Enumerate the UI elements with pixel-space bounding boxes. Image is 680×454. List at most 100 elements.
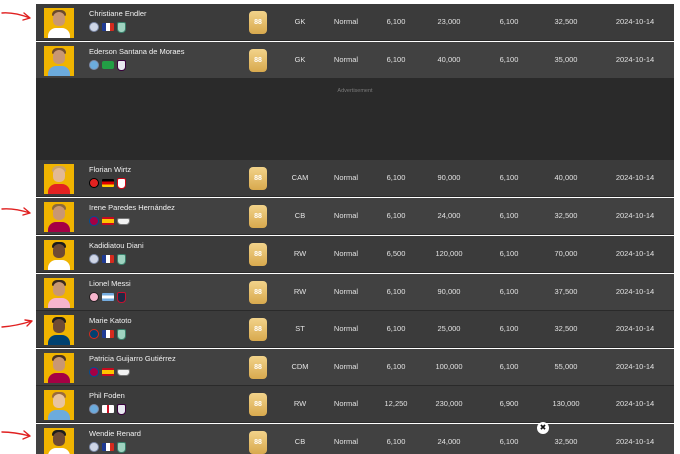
price-cell: 32,500 (554, 211, 578, 220)
price-cell: 100,000 (435, 362, 463, 371)
table-row[interactable]: Patricia Guijarro Gutiérrez 88 CDM Norma… (36, 349, 674, 386)
rating-card: 88 (249, 49, 267, 72)
price-cell: 6,100 (386, 287, 406, 296)
price-cell: 6,100 (499, 437, 519, 446)
table-row[interactable]: Ederson Santana de Moraes 88 GK Normal 6… (36, 42, 674, 79)
date-cell: 2024-10-14 (615, 399, 655, 408)
player-name[interactable]: Florian Wirtz (89, 165, 131, 174)
rating-card: 88 (249, 281, 267, 304)
club-badge-icon (89, 442, 99, 452)
date-cell: 2024-10-14 (615, 55, 655, 64)
player-avatar[interactable] (44, 428, 74, 454)
date-cell: 2024-10-14 (615, 287, 655, 296)
price-cell: 24,000 (437, 211, 461, 220)
version-cell: Normal (333, 211, 359, 220)
league-badge-icon (117, 217, 130, 225)
player-name[interactable]: Patricia Guijarro Gutiérrez (89, 354, 176, 363)
league-badge-icon (117, 291, 126, 303)
version-cell: Normal (333, 249, 359, 258)
player-badges (89, 441, 126, 453)
nation-flag-icon (102, 255, 114, 263)
price-cell: 6,100 (499, 211, 519, 220)
league-badge-icon (117, 368, 130, 376)
player-avatar[interactable] (44, 46, 74, 76)
price-cell: 6,100 (386, 55, 406, 64)
date-cell: 2024-10-14 (615, 173, 655, 182)
club-badge-icon (89, 254, 99, 264)
table-row[interactable]: Phil Foden 88 RW Normal 12,250 230,000 6… (36, 386, 674, 423)
price-cell: 90,000 (437, 173, 461, 182)
close-ad-button[interactable]: ✖ (537, 422, 549, 434)
player-badges (89, 253, 126, 265)
player-avatar[interactable] (44, 202, 74, 232)
position-cell: ST (295, 324, 305, 333)
price-cell: 6,100 (386, 173, 406, 182)
player-avatar[interactable] (44, 8, 74, 38)
price-cell: 6,100 (386, 324, 406, 333)
nation-flag-icon (102, 330, 114, 338)
price-cell: 32,500 (554, 17, 578, 26)
player-name[interactable]: Ederson Santana de Moraes (89, 47, 184, 56)
table-row[interactable]: Wendie Renard 88 CB Normal 6,100 24,000 … (36, 424, 674, 454)
price-cell: 32,500 (554, 324, 578, 333)
price-cell: 6,100 (386, 362, 406, 371)
player-avatar[interactable] (44, 164, 74, 194)
player-name[interactable]: Kadidiatou Diani (89, 241, 144, 250)
date-cell: 2024-10-14 (615, 324, 655, 333)
position-cell: RW (293, 399, 307, 408)
version-cell: Normal (333, 437, 359, 446)
league-badge-icon (117, 328, 126, 340)
version-cell: Normal (333, 17, 359, 26)
price-cell: 55,000 (554, 362, 578, 371)
table-row[interactable]: Florian Wirtz 88 CAM Normal 6,100 90,000… (36, 160, 674, 197)
version-cell: Normal (333, 399, 359, 408)
price-cell: 12,250 (384, 399, 408, 408)
price-cell: 120,000 (435, 249, 463, 258)
price-cell: 37,500 (554, 287, 578, 296)
player-badges (89, 177, 126, 189)
price-cell: 32,500 (554, 437, 578, 446)
price-cell: 40,000 (437, 55, 461, 64)
table-row[interactable]: Kadidiatou Diani 88 RW Normal 6,500 120,… (36, 236, 674, 273)
player-name[interactable]: Lionel Messi (89, 279, 131, 288)
price-cell: 6,100 (499, 249, 519, 258)
player-avatar[interactable] (44, 240, 74, 270)
player-avatar[interactable] (44, 278, 74, 308)
advertisement-block[interactable]: Advertisement (36, 79, 674, 162)
version-cell: Normal (333, 287, 359, 296)
club-badge-icon (89, 292, 99, 302)
league-badge-icon (117, 441, 126, 453)
player-name[interactable]: Irene Paredes Hernández (89, 203, 175, 212)
price-cell: 130,000 (552, 399, 580, 408)
position-cell: CAM (291, 173, 309, 182)
league-badge-icon (117, 253, 126, 265)
rating-card: 88 (249, 393, 267, 416)
player-avatar[interactable] (44, 353, 74, 383)
price-cell: 90,000 (437, 287, 461, 296)
player-name[interactable]: Marie Katoto (89, 316, 132, 325)
version-cell: Normal (333, 173, 359, 182)
table-row[interactable]: Lionel Messi 88 RW Normal 6,100 90,000 6… (36, 274, 674, 311)
price-cell: 230,000 (435, 399, 463, 408)
date-cell: 2024-10-14 (615, 211, 655, 220)
price-cell: 6,100 (499, 324, 519, 333)
player-badges (89, 21, 126, 33)
table-row[interactable]: Christiane Endler 88 GK Normal 6,100 23,… (36, 4, 674, 41)
advertisement-label: Advertisement (337, 88, 373, 94)
annotation-arrow-icon (1, 207, 31, 216)
player-name[interactable]: Christiane Endler (89, 9, 147, 18)
date-cell: 2024-10-14 (615, 17, 655, 26)
player-avatar[interactable] (44, 390, 74, 420)
league-badge-icon (117, 21, 126, 33)
position-cell: CDM (291, 362, 309, 371)
price-cell: 6,900 (499, 399, 519, 408)
annotation-arrow-icon (1, 319, 33, 328)
player-badges (89, 403, 126, 415)
player-avatar[interactable] (44, 315, 74, 345)
player-name[interactable]: Phil Foden (89, 391, 125, 400)
table-row[interactable]: Irene Paredes Hernández 88 CB Normal 6,1… (36, 198, 674, 235)
table-row[interactable]: Marie Katoto 88 ST Normal 6,100 25,000 6… (36, 311, 674, 348)
player-name[interactable]: Wendie Renard (89, 429, 141, 438)
price-cell: 6,100 (386, 211, 406, 220)
player-badges (89, 59, 126, 71)
